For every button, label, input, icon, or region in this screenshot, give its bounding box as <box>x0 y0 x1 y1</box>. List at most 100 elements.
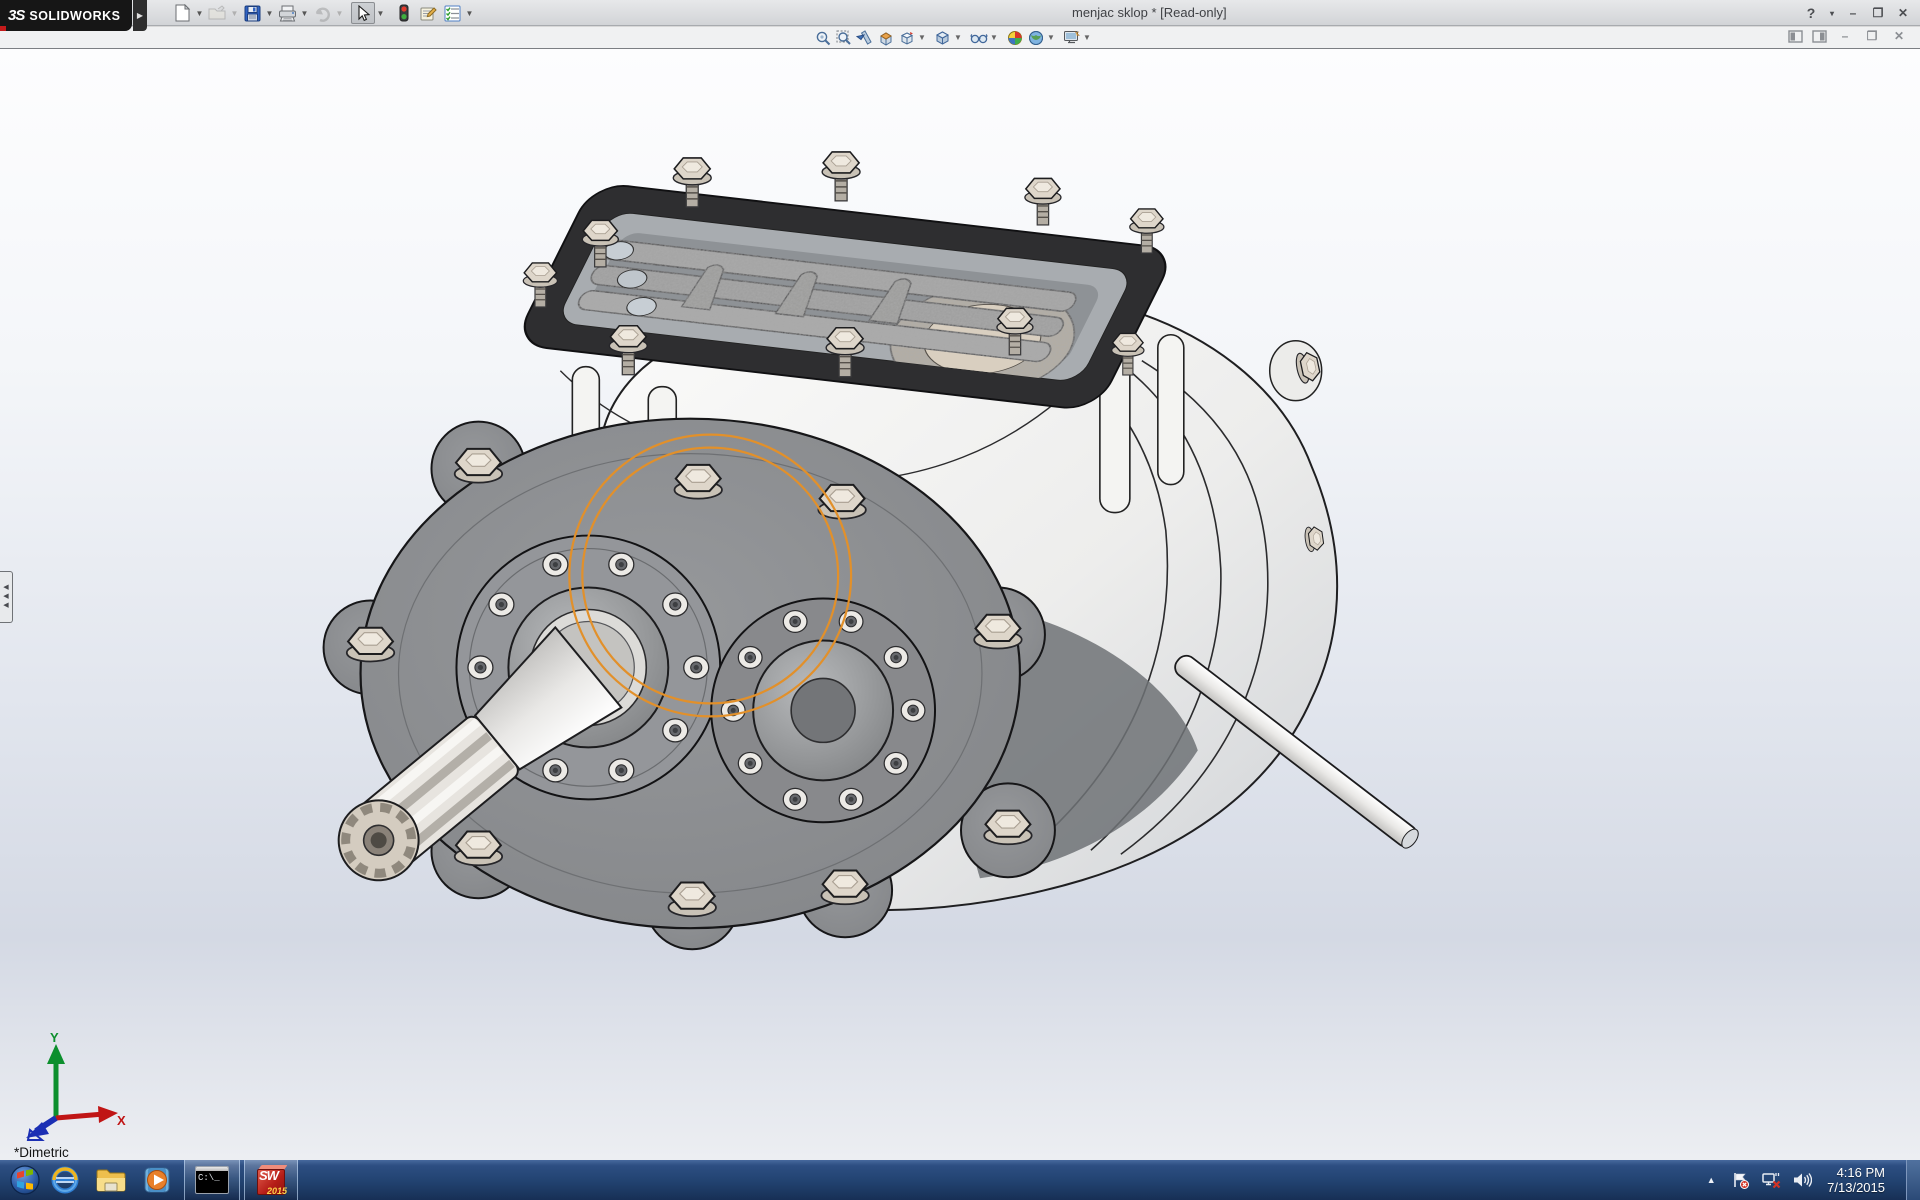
solidworks-icon-letters: SW <box>259 1168 278 1183</box>
internet-explorer-icon <box>50 1165 80 1195</box>
taskbar-windows-explorer[interactable] <box>88 1160 134 1200</box>
title-bar: 3S SOLIDWORKS ▶ ▼ ▼ <box>0 0 1920 26</box>
volume-icon[interactable] <box>1792 1171 1812 1189</box>
previous-view-button[interactable] <box>854 28 875 47</box>
undo-button[interactable] <box>310 2 334 24</box>
doc-close-button[interactable]: ✕ <box>1890 29 1908 43</box>
apply-scene-icon <box>1028 30 1044 46</box>
reference-triad: Y X <box>16 1030 126 1142</box>
open-document-button[interactable] <box>205 2 229 24</box>
taskbar-internet-explorer[interactable] <box>42 1160 88 1200</box>
menu-row: ▼ ▼ ▼ <box>0 27 1920 48</box>
save-dropdown[interactable]: ▼ <box>264 2 275 24</box>
rebuild-button[interactable] <box>392 2 416 24</box>
taskbar-media-player[interactable] <box>134 1160 180 1200</box>
section-view-icon <box>878 30 894 46</box>
view-settings-button[interactable] <box>1061 28 1082 47</box>
view-settings-dropdown[interactable]: ▼ <box>1082 33 1092 42</box>
show-hidden-icons-button[interactable]: ▲ <box>1703 1175 1719 1185</box>
logo-accent <box>0 26 6 31</box>
system-tray: ▲ <box>1703 1160 1920 1200</box>
gearbox-model[interactable] <box>0 49 1920 1160</box>
display-style-button[interactable] <box>932 28 953 47</box>
taskbar-solidworks[interactable]: SW 2015 <box>244 1160 298 1200</box>
edit-appearance-icon <box>1007 30 1023 46</box>
expand-arrow-icon: ◀ <box>3 603 8 609</box>
new-document-icon <box>174 4 191 22</box>
document-window-controls: – ❐ ✕ <box>1788 29 1908 43</box>
windows-start-icon <box>10 1165 40 1195</box>
options-icon <box>444 5 461 22</box>
print-button[interactable] <box>275 2 299 24</box>
display-style-dropdown[interactable]: ▼ <box>953 33 963 42</box>
solidworks-logo: 3S SOLIDWORKS <box>0 0 132 31</box>
restore-button[interactable]: ❐ <box>1869 6 1887 20</box>
main-toolbar: ▼ ▼ ▼ <box>170 1 475 25</box>
close-button[interactable]: ✕ <box>1894 6 1912 20</box>
solidworks-window: 3S SOLIDWORKS ▶ ▼ ▼ <box>0 0 1920 1200</box>
side-cover[interactable] <box>711 599 935 823</box>
triad-x-label: X <box>117 1113 126 1128</box>
taskbar-command-prompt[interactable]: C:\_ <box>184 1160 240 1200</box>
undo-icon <box>313 5 332 22</box>
action-center-flag-icon[interactable] <box>1730 1171 1750 1189</box>
expand-arrow-icon: ◀ <box>3 594 8 600</box>
open-dropdown[interactable]: ▼ <box>229 2 240 24</box>
select-tool-button[interactable] <box>351 2 375 24</box>
help-button[interactable]: ? <box>1802 5 1820 21</box>
new-document-button[interactable] <box>170 2 194 24</box>
doc-minimize-button[interactable]: – <box>1836 29 1854 43</box>
folder-icon <box>95 1166 127 1194</box>
save-button[interactable] <box>240 2 264 24</box>
minimize-button[interactable]: – <box>1844 6 1862 20</box>
apply-scene-dropdown[interactable]: ▼ <box>1046 33 1056 42</box>
zoom-to-area-button[interactable] <box>833 28 854 47</box>
apply-scene-button[interactable] <box>1025 28 1046 47</box>
taskbar-clock[interactable]: 4:16 PM 7/13/2015 <box>1827 1165 1885 1195</box>
pane-left-icon[interactable] <box>1788 30 1803 43</box>
window-controls: ? ▾ – ❐ ✕ <box>1802 0 1912 26</box>
clock-time: 4:16 PM <box>1827 1165 1885 1180</box>
view-orientation-dropdown[interactable]: ▼ <box>917 33 927 42</box>
zoom-to-area-icon <box>836 30 852 46</box>
network-error-icon[interactable] <box>1761 1171 1781 1189</box>
options-dropdown[interactable]: ▼ <box>464 2 475 24</box>
ds-logo-mark: 3S <box>8 7 24 24</box>
brand-name: SOLIDWORKS <box>29 9 120 23</box>
expand-arrow-icon: ◀ <box>3 585 8 591</box>
section-view-button[interactable] <box>875 28 896 47</box>
headsup-view-toolbar: ▼ ▼ ▼ <box>812 28 1092 47</box>
new-dropdown[interactable]: ▼ <box>194 2 205 24</box>
doc-restore-button[interactable]: ❐ <box>1863 29 1881 43</box>
hide-show-dropdown[interactable]: ▼ <box>989 33 999 42</box>
view-orientation-button[interactable] <box>896 28 917 47</box>
pane-right-icon[interactable] <box>1812 30 1827 43</box>
menu-flyout-tab[interactable]: ▶ <box>133 0 147 31</box>
edit-appearance-button[interactable] <box>1004 28 1025 47</box>
show-desktop-button[interactable] <box>1906 1160 1920 1200</box>
print-dropdown[interactable]: ▼ <box>299 2 310 24</box>
command-prompt-icon: C:\_ <box>195 1166 229 1194</box>
window-title: menjac sklop * [Read-only] <box>1072 0 1227 26</box>
file-properties-button[interactable] <box>416 2 440 24</box>
zoom-to-fit-icon <box>815 30 831 46</box>
graphics-viewport[interactable]: ◀ ◀ ◀ Y X *Dimetric <box>0 48 1920 1160</box>
help-dropdown[interactable]: ▾ <box>1827 9 1837 18</box>
zoom-to-fit-button[interactable] <box>812 28 833 47</box>
featuremanager-collapsed-tab[interactable]: ◀ ◀ ◀ <box>0 571 13 623</box>
select-dropdown[interactable]: ▼ <box>375 2 386 24</box>
clock-date: 7/13/2015 <box>1827 1180 1885 1195</box>
media-player-icon <box>142 1165 172 1195</box>
command-prompt-label: C:\_ <box>196 1171 228 1185</box>
undo-dropdown[interactable]: ▼ <box>334 2 345 24</box>
display-style-icon <box>935 30 950 46</box>
print-icon <box>278 5 297 22</box>
file-properties-icon <box>419 5 437 22</box>
start-button[interactable] <box>8 1163 42 1197</box>
options-button[interactable] <box>440 2 464 24</box>
save-icon <box>244 5 261 22</box>
triad-y-label: Y <box>50 1030 59 1045</box>
solidworks-2015-icon: SW 2015 <box>255 1165 287 1195</box>
view-orientation-label: *Dimetric <box>14 1145 69 1160</box>
hide-show-items-button[interactable] <box>968 28 989 47</box>
